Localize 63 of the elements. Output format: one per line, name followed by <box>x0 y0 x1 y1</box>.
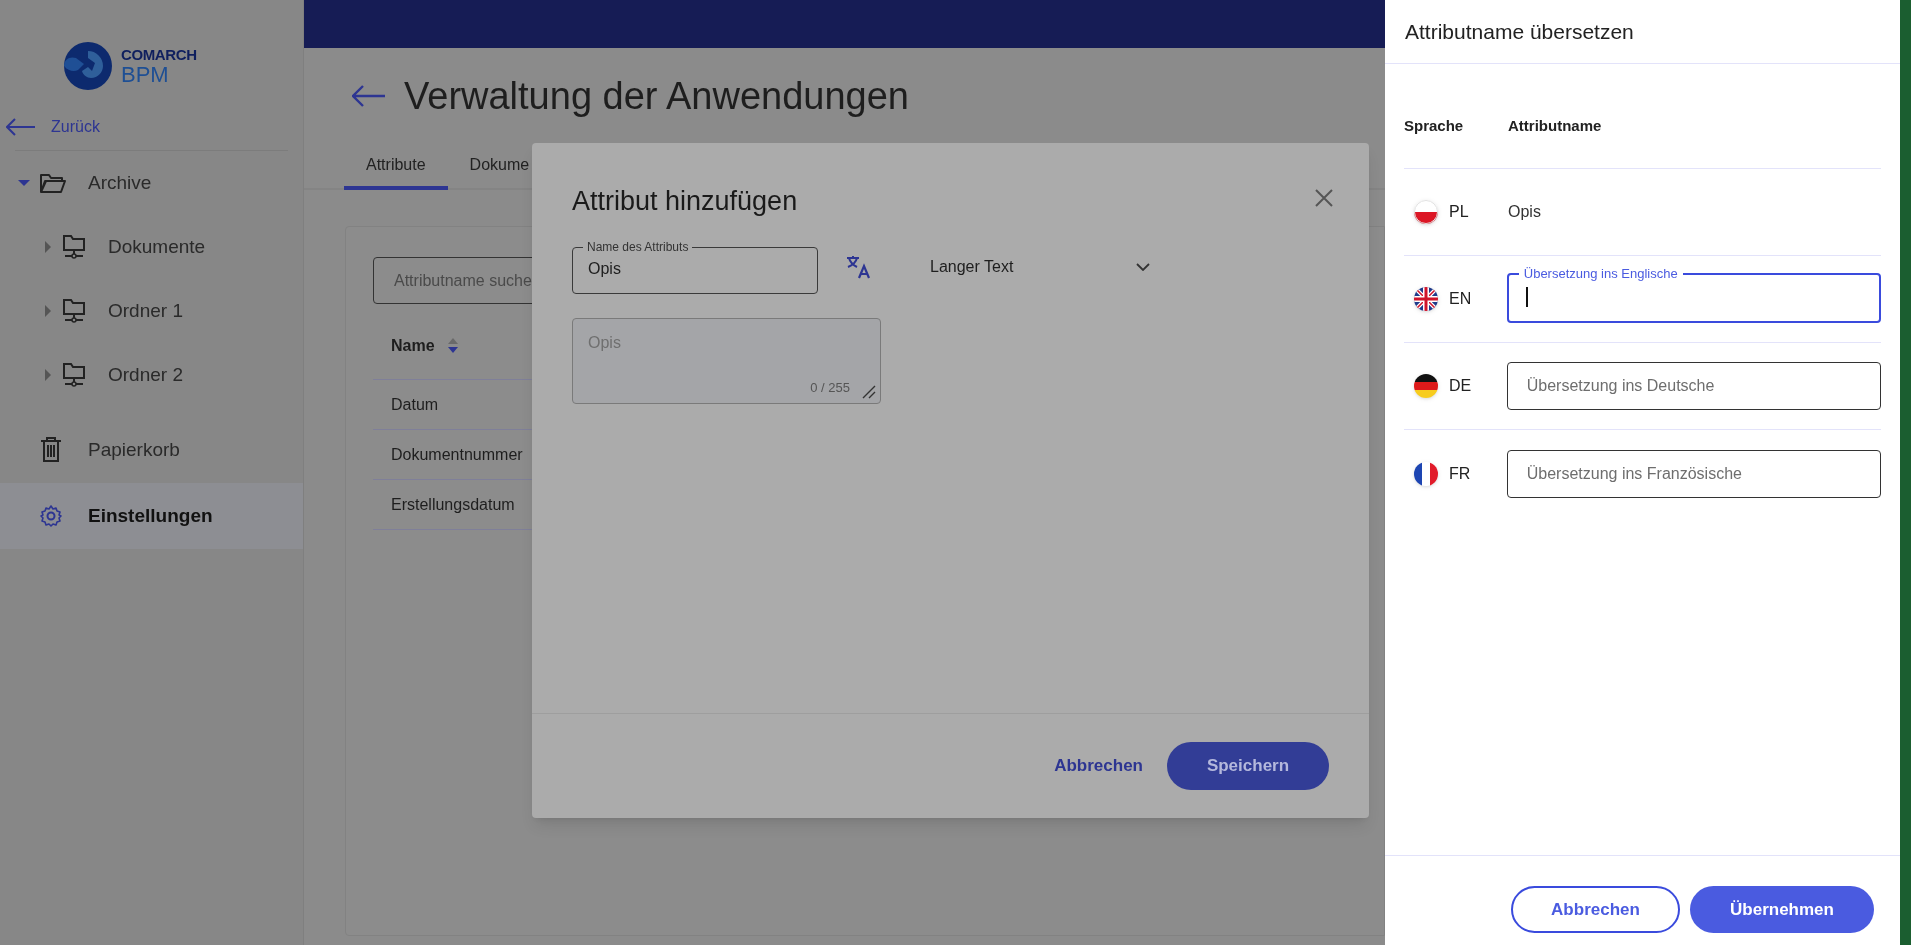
translate-icon <box>846 254 872 279</box>
save-button[interactable]: Speichern <box>1167 742 1329 790</box>
table-cell-text: Dokumentnummer <box>391 444 523 465</box>
back-label: Zurück <box>51 117 100 137</box>
column-header: Sprache <box>1404 115 1465 136</box>
network-folder-icon <box>62 234 86 260</box>
table-cell-text: Erstellungsdatum <box>391 494 515 515</box>
tab[interactable]: Attribute <box>344 144 448 190</box>
tree-item[interactable]: Ordner 1 <box>0 279 303 343</box>
translation-text: Opis <box>1508 202 1541 222</box>
arrow-left-icon <box>352 85 386 107</box>
flag-icon <box>1414 374 1438 398</box>
placeholder-text: Opis <box>588 333 621 353</box>
description-field[interactable]: Opis 0 / 255 <box>572 318 881 404</box>
close-button[interactable] <box>1315 189 1333 207</box>
flag-icon <box>1414 287 1438 311</box>
resize-handle-icon <box>862 385 876 399</box>
arrow-left-icon <box>6 118 36 136</box>
translation-field[interactable]: Übersetzung ins Französische <box>1506 449 1881 498</box>
nav-item[interactable]: Einstellungen <box>0 483 303 549</box>
network-folder-icon <box>62 298 86 324</box>
brand-name: COMARCH <box>121 46 197 62</box>
folder-open-icon <box>40 172 66 194</box>
dialog-title: Attribut hinzufügen <box>572 185 798 218</box>
panel-title: Attributname übersetzen <box>1405 18 1634 45</box>
tree-item[interactable]: Ordner 2 <box>0 343 303 407</box>
sort-icon <box>446 337 459 354</box>
language-code: PL <box>1449 202 1469 222</box>
chevron-down-icon <box>1136 262 1150 271</box>
column-header[interactable]: Name <box>391 333 435 358</box>
tree-item[interactable]: Dokumente <box>0 215 303 279</box>
translate-button[interactable] <box>846 254 872 279</box>
cancel-button[interactable]: Abbrechen <box>1054 753 1143 779</box>
page-title: Verwaltung der Anwendungen <box>404 73 909 119</box>
nav-item[interactable]: Papierkorb <box>0 417 303 483</box>
field-label: Übersetzung ins Englische <box>1522 266 1679 282</box>
language-code: EN <box>1449 289 1472 309</box>
trash-icon <box>40 437 62 463</box>
back-link[interactable]: Zurück <box>0 104 303 150</box>
cancel-button[interactable]: Abbrechen <box>1511 886 1680 933</box>
flag-icon <box>1414 461 1438 486</box>
apply-button[interactable]: Übernehmen <box>1690 886 1874 933</box>
language-code: FR <box>1449 463 1471 484</box>
network-folder-icon <box>62 362 86 388</box>
name-field[interactable]: Name des Attributs Opis <box>572 239 818 294</box>
placeholder-text: Übersetzung ins Deutsche <box>1526 376 1715 396</box>
logo-icon <box>63 41 113 91</box>
field-label: Name des Attributs <box>586 239 690 255</box>
flag-icon <box>1414 200 1438 224</box>
tab[interactable]: Dokume <box>447 144 552 190</box>
text-cursor <box>1525 287 1528 307</box>
translation-field[interactable]: Übersetzung ins Deutsche <box>1506 362 1881 410</box>
character-counter: 0 / 255 <box>810 378 850 397</box>
settings-icon <box>40 505 62 527</box>
tree-item[interactable]: Archive <box>0 151 303 215</box>
language-code: DE <box>1449 376 1472 396</box>
product-name: BPM <box>121 63 170 86</box>
column-header: Attributname <box>1508 115 1602 136</box>
close-icon <box>1315 189 1333 207</box>
translation-field[interactable]: Übersetzung ins Englische <box>1506 266 1881 323</box>
table-cell-text: Datum <box>391 394 439 415</box>
type-select[interactable]: Langer Text <box>930 243 1150 290</box>
placeholder-text: Übersetzung ins Französische <box>1526 463 1742 484</box>
